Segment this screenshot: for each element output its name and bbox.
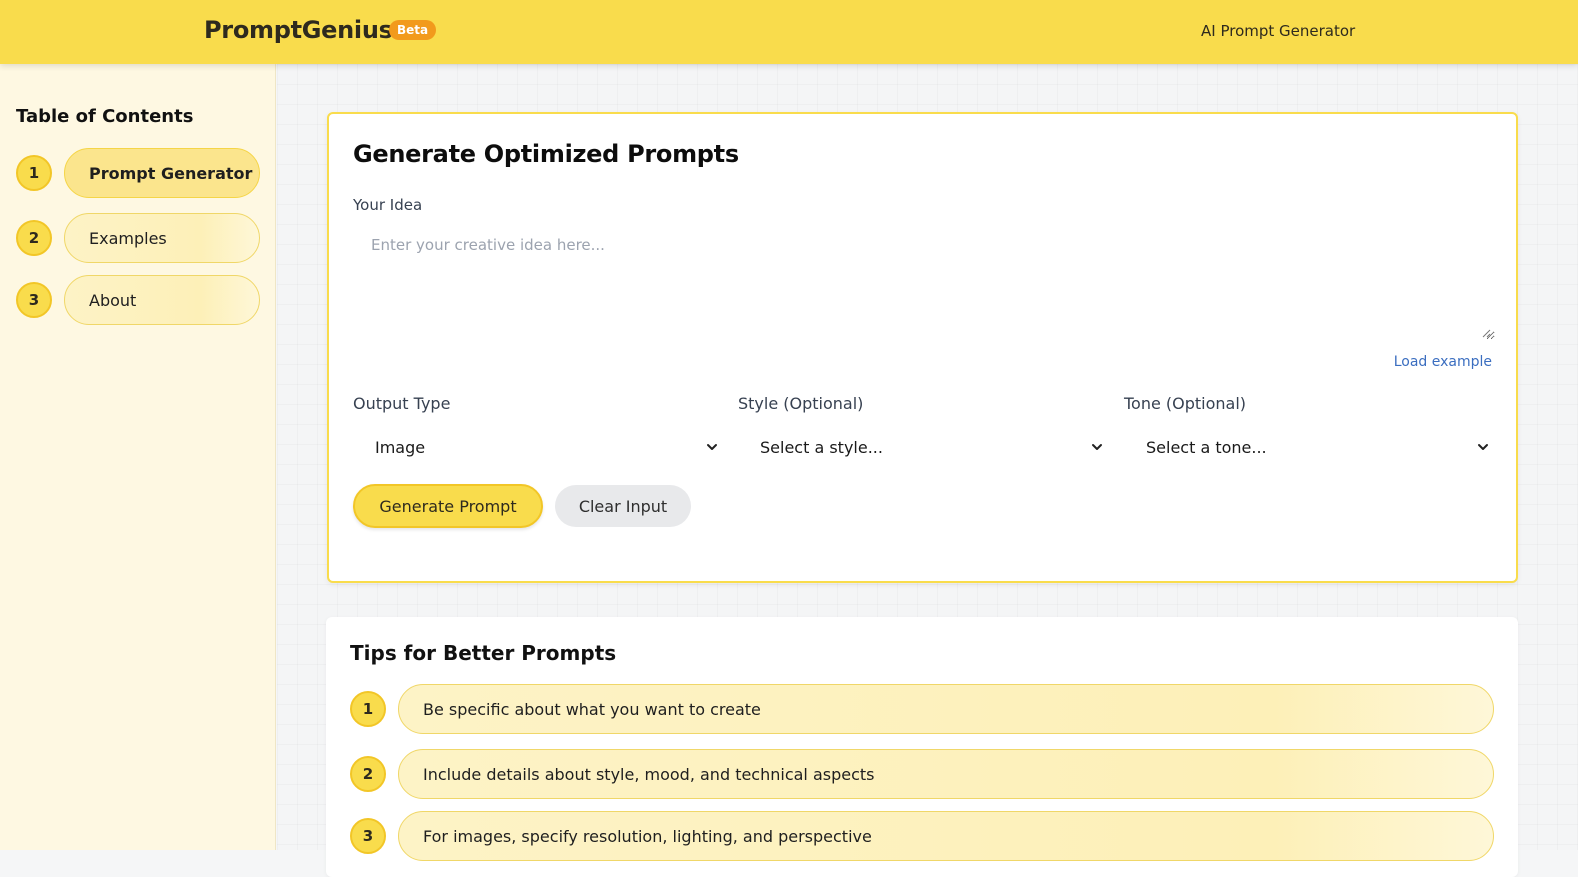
top-header: PromptGenius Beta AI Prompt Generator bbox=[0, 0, 1578, 64]
tip-text: Be specific about what you want to creat… bbox=[398, 684, 1494, 734]
tips-card: Tips for Better Prompts 1 Be specific ab… bbox=[326, 617, 1518, 877]
tip-text: For images, specify resolution, lighting… bbox=[398, 811, 1494, 861]
idea-textarea[interactable] bbox=[353, 226, 1495, 340]
tone-label: Tone (Optional) bbox=[1124, 394, 1247, 413]
tip-number-badge: 2 bbox=[350, 756, 386, 792]
load-example-link[interactable]: Load example bbox=[1394, 354, 1492, 370]
toc-link-prompt-generator[interactable]: Prompt Generator bbox=[64, 148, 260, 198]
tip-item: 3 For images, specify resolution, lighti… bbox=[350, 811, 1494, 861]
prompt-generator-card: Generate Optimized Prompts Your Idea Loa… bbox=[327, 112, 1518, 583]
toc-number-badge: 1 bbox=[16, 155, 52, 191]
toc-number-badge: 2 bbox=[16, 220, 52, 256]
sidebar-item-prompt-generator[interactable]: 1 Prompt Generator bbox=[16, 148, 260, 198]
tip-number-badge: 3 bbox=[350, 818, 386, 854]
resize-grip-icon[interactable] bbox=[1481, 328, 1491, 338]
sidebar-item-examples[interactable]: 2 Examples bbox=[16, 213, 260, 263]
tips-title: Tips for Better Prompts bbox=[350, 641, 617, 665]
chevron-down-icon bbox=[1478, 444, 1488, 450]
toc-link-examples[interactable]: Examples bbox=[64, 213, 260, 263]
header-subtitle: AI Prompt Generator bbox=[1201, 22, 1356, 40]
idea-label: Your Idea bbox=[353, 196, 423, 214]
tip-text: Include details about style, mood, and t… bbox=[398, 749, 1494, 799]
generate-prompt-button[interactable]: Generate Prompt bbox=[353, 484, 543, 528]
chevron-down-icon bbox=[1092, 444, 1102, 450]
sidebar: Table of Contents 1 Prompt Generator 2 E… bbox=[0, 64, 276, 850]
toc-title: Table of Contents bbox=[16, 106, 194, 127]
tip-number-badge: 1 bbox=[350, 691, 386, 727]
tip-item: 2 Include details about style, mood, and… bbox=[350, 749, 1494, 799]
style-value: Select a style... bbox=[760, 437, 883, 457]
brand-logo-text[interactable]: PromptGenius bbox=[204, 16, 393, 44]
style-select[interactable]: Select a style... bbox=[738, 430, 1108, 464]
beta-badge: Beta bbox=[389, 20, 437, 40]
chevron-down-icon bbox=[707, 444, 717, 450]
tone-value: Select a tone... bbox=[1146, 437, 1267, 457]
clear-input-button[interactable]: Clear Input bbox=[555, 485, 691, 527]
toc-link-about[interactable]: About bbox=[64, 275, 260, 325]
tip-item: 1 Be specific about what you want to cre… bbox=[350, 684, 1494, 734]
output-type-value: Image bbox=[375, 437, 426, 457]
sidebar-item-about[interactable]: 3 About bbox=[16, 275, 260, 325]
card-title: Generate Optimized Prompts bbox=[353, 140, 739, 168]
tone-select[interactable]: Select a tone... bbox=[1124, 430, 1494, 464]
output-type-select[interactable]: Image bbox=[353, 430, 723, 464]
toc-number-badge: 3 bbox=[16, 282, 52, 318]
output-type-label: Output Type bbox=[353, 394, 451, 413]
style-label: Style (Optional) bbox=[738, 394, 864, 413]
